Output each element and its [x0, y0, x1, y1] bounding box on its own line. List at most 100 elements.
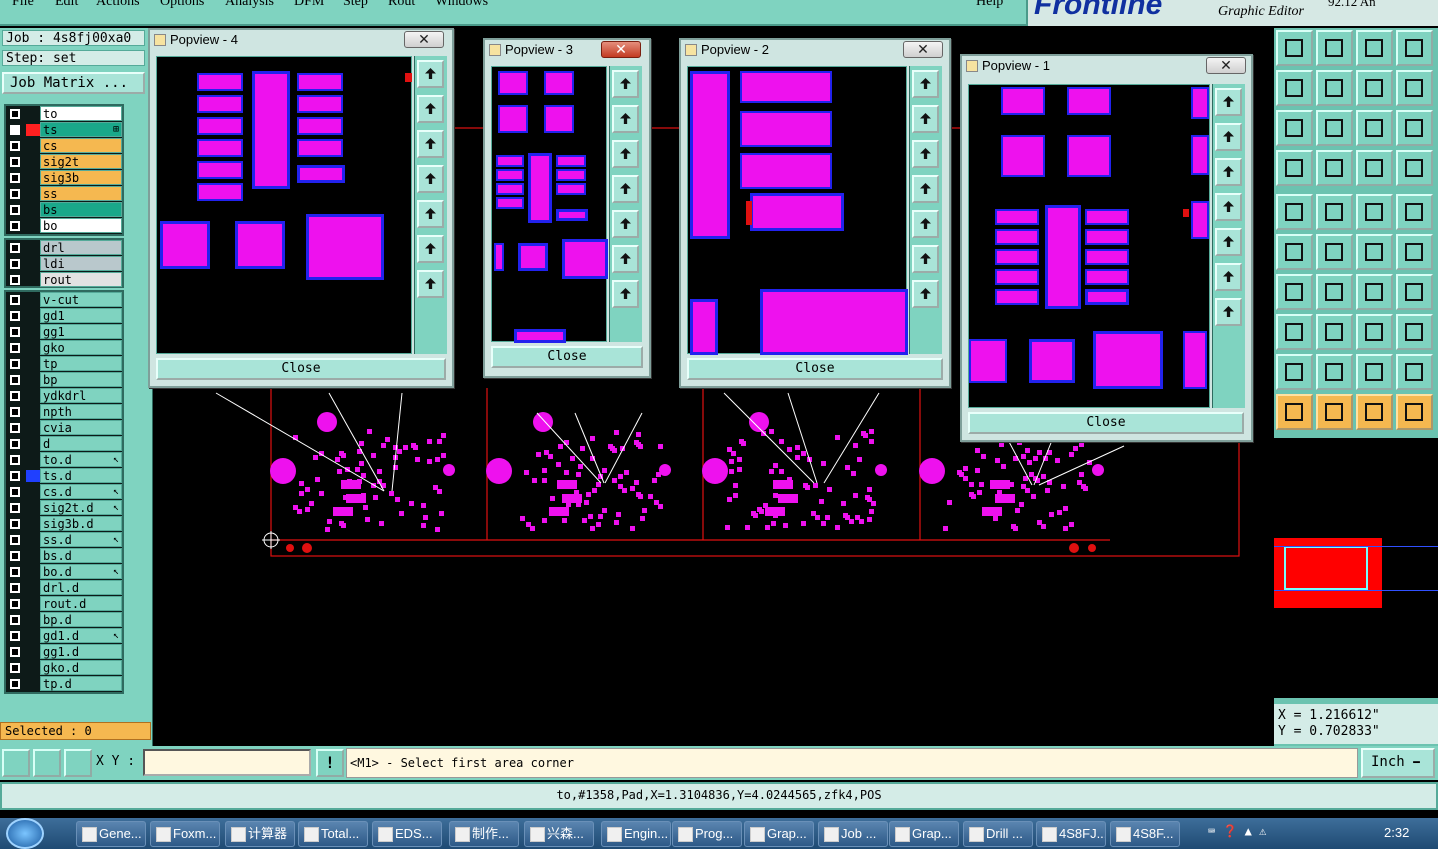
- layer-checkbox[interactable]: [10, 455, 20, 465]
- layer-name[interactable]: drl: [40, 240, 122, 255]
- layer-row-ldi[interactable]: ldi: [6, 256, 122, 272]
- layer-checkbox[interactable]: [10, 141, 20, 151]
- popview-3-tool[interactable]: [612, 210, 639, 238]
- menu-analysis[interactable]: Analysis: [225, 0, 274, 10]
- layer-row-d[interactable]: d: [6, 436, 122, 452]
- layers-icon[interactable]: [1356, 150, 1393, 186]
- layer-row-gd1.d[interactable]: gd1.d ↖: [6, 628, 122, 644]
- fit-icon[interactable]: [1276, 110, 1313, 146]
- taskbar-item[interactable]: EDS...: [372, 821, 442, 847]
- layer-name[interactable]: ts.d: [40, 468, 122, 483]
- taskbar-item[interactable]: 4S8F...: [1110, 821, 1180, 847]
- triangle-icon[interactable]: [1316, 354, 1353, 390]
- taskbar-item[interactable]: Engin...: [601, 821, 671, 847]
- popview-4-tool[interactable]: [417, 200, 444, 228]
- layer-row-tp.d[interactable]: tp.d: [6, 676, 122, 692]
- layer-row-gg1[interactable]: gg1: [6, 324, 122, 340]
- popview-3-tool[interactable]: [612, 105, 639, 133]
- taskbar-item[interactable]: 兴森...: [524, 821, 594, 847]
- layer-checkbox[interactable]: [10, 615, 20, 625]
- taskbar-item[interactable]: 4S8FJ...: [1036, 821, 1106, 847]
- layer-checkbox[interactable]: [10, 679, 20, 689]
- grid-icon[interactable]: [64, 749, 92, 777]
- layer-row-bp[interactable]: bp: [6, 372, 122, 388]
- popview-2-tool[interactable]: [912, 245, 939, 273]
- layer-row-gd1[interactable]: gd1: [6, 308, 122, 324]
- layer-checkbox[interactable]: [10, 375, 20, 385]
- menu-windows[interactable]: Windows: [435, 0, 488, 10]
- layer-name[interactable]: bs: [40, 202, 122, 217]
- snake-icon[interactable]: [1396, 70, 1433, 106]
- move-up-icon[interactable]: [1276, 30, 1313, 66]
- layer-name[interactable]: ts ⊞: [40, 122, 122, 137]
- layer-row-tp[interactable]: tp: [6, 356, 122, 372]
- popview-2-close-button[interactable]: Close: [687, 358, 943, 380]
- layer-row-cs.d[interactable]: cs.d ↖: [6, 484, 122, 500]
- job-matrix-button[interactable]: Job Matrix ...: [2, 72, 145, 94]
- popview-3-close-x[interactable]: ✕: [601, 41, 641, 58]
- popview-3-tool[interactable]: [612, 175, 639, 203]
- layer-name[interactable]: bs.d: [40, 548, 122, 563]
- layer-name[interactable]: gko.d: [40, 660, 122, 675]
- popview-4-tool[interactable]: [417, 130, 444, 158]
- popview-1-tool[interactable]: [1215, 228, 1242, 256]
- layer-name[interactable]: bp.d: [40, 612, 122, 627]
- pointer-icon[interactable]: [1276, 394, 1313, 430]
- overview-map[interactable]: [1274, 438, 1438, 698]
- layer-name[interactable]: to.d ↖: [40, 452, 122, 467]
- line-icon[interactable]: [1396, 234, 1433, 270]
- taskbar-item[interactable]: Gene...: [76, 821, 146, 847]
- layer-name[interactable]: sig3b: [40, 170, 122, 185]
- connect-icon[interactable]: [1276, 234, 1313, 270]
- angle-line-icon[interactable]: [1276, 274, 1313, 310]
- layer-row-sig3b.d[interactable]: sig3b.d: [6, 516, 122, 532]
- scale-icon[interactable]: [1356, 110, 1393, 146]
- layer-name[interactable]: sig2t: [40, 154, 122, 169]
- popview-4-tool[interactable]: [417, 270, 444, 298]
- layer-row-rout.d[interactable]: rout.d: [6, 596, 122, 612]
- layer-checkbox[interactable]: [10, 391, 20, 401]
- redo-icon[interactable]: [1356, 70, 1393, 106]
- layer-row-ts[interactable]: ts ⊞: [6, 122, 122, 138]
- layer-row-sig3b[interactable]: sig3b: [6, 170, 122, 186]
- menu-options[interactable]: Options: [160, 0, 204, 10]
- square-pad-icon[interactable]: [1276, 314, 1313, 350]
- home-icon[interactable]: [1356, 30, 1393, 66]
- popview-1-close-button[interactable]: Close: [968, 412, 1244, 434]
- layer-name[interactable]: sig2t.d ↖: [40, 500, 122, 515]
- popview-2-tool[interactable]: [912, 105, 939, 133]
- layer-checkbox[interactable]: [10, 327, 20, 337]
- pointer-icon[interactable]: [1356, 394, 1393, 430]
- dimension-icon[interactable]: [1356, 314, 1393, 350]
- taskbar-item[interactable]: 制作...: [449, 821, 519, 847]
- layer-checkbox[interactable]: [10, 157, 20, 167]
- start-button[interactable]: [6, 818, 44, 849]
- layer-name[interactable]: cs.d ↖: [40, 484, 122, 499]
- layer-name[interactable]: cs: [40, 138, 122, 153]
- popview-1-tool[interactable]: [1215, 263, 1242, 291]
- layer-checkbox[interactable]: [10, 295, 20, 305]
- triangle-icon[interactable]: [1276, 354, 1313, 390]
- layer-checkbox[interactable]: [10, 583, 20, 593]
- minus-icon[interactable]: [1316, 314, 1353, 350]
- layer-checkbox[interactable]: [10, 259, 20, 269]
- layer-row-bo.d[interactable]: bo.d ↖: [6, 564, 122, 580]
- taskbar-item[interactable]: Grap...: [889, 821, 959, 847]
- layer-name[interactable]: gg1.d: [40, 644, 122, 659]
- layer-row-ydkdrl[interactable]: ydkdrl: [6, 388, 122, 404]
- angle-icon[interactable]: [1316, 194, 1353, 230]
- menu-file[interactable]: File: [12, 0, 34, 10]
- layer-name[interactable]: cvia: [40, 420, 122, 435]
- layer-checkbox[interactable]: [10, 359, 20, 369]
- layer-name[interactable]: gg1: [40, 324, 122, 339]
- popview-2-tool[interactable]: [912, 175, 939, 203]
- taskbar-item[interactable]: Drill ...: [963, 821, 1033, 847]
- taskbar-item[interactable]: Total...: [298, 821, 368, 847]
- taskbar-item[interactable]: Grap...: [744, 821, 814, 847]
- taskbar-item[interactable]: Prog...: [672, 821, 742, 847]
- stairs-icon[interactable]: [1396, 394, 1433, 430]
- layer-checkbox[interactable]: [10, 439, 20, 449]
- layer-checkbox[interactable]: [10, 423, 20, 433]
- help-icon[interactable]: [1396, 110, 1433, 146]
- popview-1-tool[interactable]: [1215, 298, 1242, 326]
